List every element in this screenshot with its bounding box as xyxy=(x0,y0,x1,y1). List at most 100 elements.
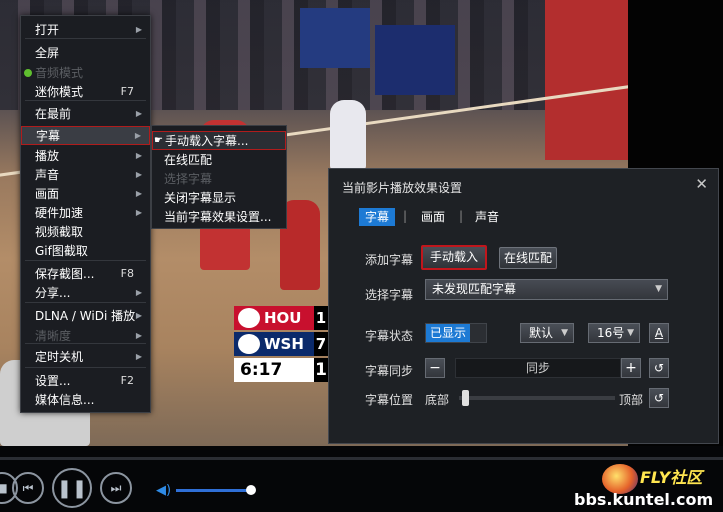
next-button[interactable]: ⏭ xyxy=(100,472,132,504)
fly-community-logo: FLY社区 xyxy=(600,458,720,494)
menu-item[interactable]: 在最前 ▶ xyxy=(21,104,150,123)
subtitle-position-handle[interactable] xyxy=(462,390,469,406)
menu-item-label: 视频截取 xyxy=(35,225,84,239)
menu-separator xyxy=(25,367,146,368)
previous-button[interactable]: ⏮ xyxy=(12,472,44,504)
volume-icon[interactable]: ◀) xyxy=(156,483,172,498)
menu-item-shortcut: F7 xyxy=(120,85,134,98)
team2-name: WSH xyxy=(264,335,304,353)
pause-icon: ❚❚ xyxy=(56,477,88,499)
subtitle-sync-label: 字幕同步 xyxy=(365,364,414,378)
score-row-team2: WSH 7 xyxy=(234,332,328,356)
menu-item[interactable]: 分享... ▶ xyxy=(21,283,150,302)
font-size-select[interactable]: 16号 ▼ xyxy=(588,323,640,343)
menu-item[interactable]: 定时关机 ▶ xyxy=(21,347,150,366)
playback-settings-dialog: 当前影片播放效果设置 ✕ 字幕 | 画面 | 声音 添加字幕 手动载入 在线匹配… xyxy=(328,168,719,444)
menu-item-label: 定时关机 xyxy=(35,350,84,364)
score-row-team1: HOU 1 xyxy=(234,306,328,330)
menu-item-label: 音频模式 xyxy=(35,66,84,80)
menu-item[interactable]: 画面 ▶ xyxy=(21,184,150,203)
submenu-item-label: 手动载入字幕... xyxy=(165,134,249,148)
subtitle-display-toggle[interactable]: 已显示 xyxy=(425,323,487,343)
font-select-value: 默认 xyxy=(529,326,554,340)
subtitle-select[interactable]: 未发现匹配字幕 ▼ xyxy=(425,279,668,300)
menu-separator xyxy=(25,260,146,261)
menu-item[interactable]: 硬件加速 ▶ xyxy=(21,203,150,222)
menu-item-label: 画面 xyxy=(35,187,60,201)
volume-slider-handle[interactable] xyxy=(246,485,256,495)
position-reset-button[interactable]: ↺ xyxy=(649,388,669,408)
menu-item-shortcut: F2 xyxy=(120,374,134,387)
tab-sound[interactable]: 声音 xyxy=(469,208,505,226)
menu-item[interactable]: 打开 ▶ xyxy=(21,20,150,39)
font-select[interactable]: 默认 ▼ xyxy=(520,323,574,343)
menu-item[interactable]: DLNA / WiDi 播放 ▶ xyxy=(21,306,150,325)
menu-item[interactable]: 播放 ▶ xyxy=(21,146,150,165)
sync-reset-button[interactable]: ↺ xyxy=(649,358,669,378)
previous-icon: ⏮ xyxy=(22,480,34,495)
subtitle-position-label: 字幕位置 xyxy=(365,393,414,407)
tab-picture[interactable]: 画面 xyxy=(415,208,451,226)
menu-item-label: 清晰度 xyxy=(35,329,72,343)
chevron-right-icon: ▶ xyxy=(135,311,142,320)
menu-item-label: 保存截图... xyxy=(35,267,95,281)
menu-item-label: 字幕 xyxy=(36,129,61,143)
menu-item[interactable]: 保存截图... F8 xyxy=(21,264,150,283)
volume-slider[interactable] xyxy=(176,489,250,492)
team-logo-icon xyxy=(238,308,260,328)
submenu-item[interactable]: 关闭字幕显示 xyxy=(152,188,286,207)
team2-score: 7 xyxy=(314,332,328,356)
chevron-right-icon: ▶ xyxy=(135,151,142,160)
menu-item[interactable]: Gif图截取 xyxy=(21,241,150,260)
subtitle-submenu: ☛ 手动载入字幕... 在线匹配 选择字幕 关闭字幕显示 当前字幕效果设置... xyxy=(151,125,287,229)
manual-load-button[interactable]: 手动载入 xyxy=(421,245,487,270)
context-menu: 打开 ▶ 全屏 音频模式 迷你模式 F7 在最前 ▶ 字幕 ▶ 播放 ▶ 声音 ▶ 画面 ▶ 硬件加速 ▶ 视频截取… xyxy=(20,15,151,413)
tab-separator: | xyxy=(459,209,464,223)
menu-item[interactable]: 全屏 xyxy=(21,43,150,62)
menu-item-label: 全屏 xyxy=(35,46,60,60)
font-style-button[interactable]: A xyxy=(649,323,669,343)
ad-board xyxy=(545,0,628,160)
subtitle-position-slider[interactable] xyxy=(459,396,615,400)
menu-item[interactable]: 设置... F2 xyxy=(21,371,150,390)
menu-item-label: 媒体信息... xyxy=(35,393,95,407)
sync-minus-button[interactable]: − xyxy=(425,358,445,378)
sync-plus-button[interactable]: + xyxy=(621,358,641,378)
menu-item[interactable]: 字幕 ▶ xyxy=(21,126,150,145)
chevron-down-icon: ▼ xyxy=(561,328,568,338)
game-clock: 6:17 xyxy=(240,360,283,380)
add-subtitle-label: 添加字幕 xyxy=(365,253,414,267)
stop-icon: ■ xyxy=(0,481,8,495)
submenu-item[interactable]: ☛ 手动载入字幕... xyxy=(152,131,286,150)
toggle-on-label: 已显示 xyxy=(426,324,470,342)
menu-item-label: 打开 xyxy=(35,23,60,37)
cursor-hand-icon: ☛ xyxy=(154,135,163,146)
close-icon[interactable]: ✕ xyxy=(695,175,708,193)
scoreboard: HOU 1 WSH 7 6:17 1 xyxy=(234,306,328,382)
position-bottom-label: 底部 xyxy=(425,393,450,407)
dialog-title: 当前影片播放效果设置 xyxy=(342,181,463,195)
menu-item-label: 硬件加速 xyxy=(35,206,84,220)
chevron-right-icon: ▶ xyxy=(135,208,142,217)
watermark-url: bbs.kuntel.com xyxy=(574,490,714,509)
chevron-right-icon: ▶ xyxy=(135,25,142,34)
position-top-label: 顶部 xyxy=(619,393,644,407)
menu-item-label: Gif图截取 xyxy=(35,244,88,258)
tab-subtitle[interactable]: 字幕 xyxy=(359,208,396,226)
submenu-item[interactable]: 在线匹配 xyxy=(152,150,286,169)
subtitle-select-value: 未发现匹配字幕 xyxy=(432,282,517,296)
online-match-button[interactable]: 在线匹配 xyxy=(499,247,557,269)
game-clock-row: 6:17 1 xyxy=(234,358,328,382)
submenu-item[interactable]: 当前字幕效果设置... xyxy=(152,207,286,226)
menu-item[interactable]: 视频截取 xyxy=(21,222,150,241)
pause-button[interactable]: ❚❚ xyxy=(52,468,92,508)
team1-score: 1 xyxy=(314,306,328,330)
submenu-item-label: 选择字幕 xyxy=(164,172,213,186)
menu-item[interactable]: 迷你模式 F7 xyxy=(21,82,150,101)
chevron-right-icon: ▶ xyxy=(134,131,141,140)
menu-item: 清晰度 ▶ xyxy=(21,326,150,345)
menu-item[interactable]: 媒体信息... xyxy=(21,390,150,409)
sync-value: 同步 xyxy=(455,358,621,378)
menu-item[interactable]: 声音 ▶ xyxy=(21,165,150,184)
ad-board xyxy=(375,25,455,95)
